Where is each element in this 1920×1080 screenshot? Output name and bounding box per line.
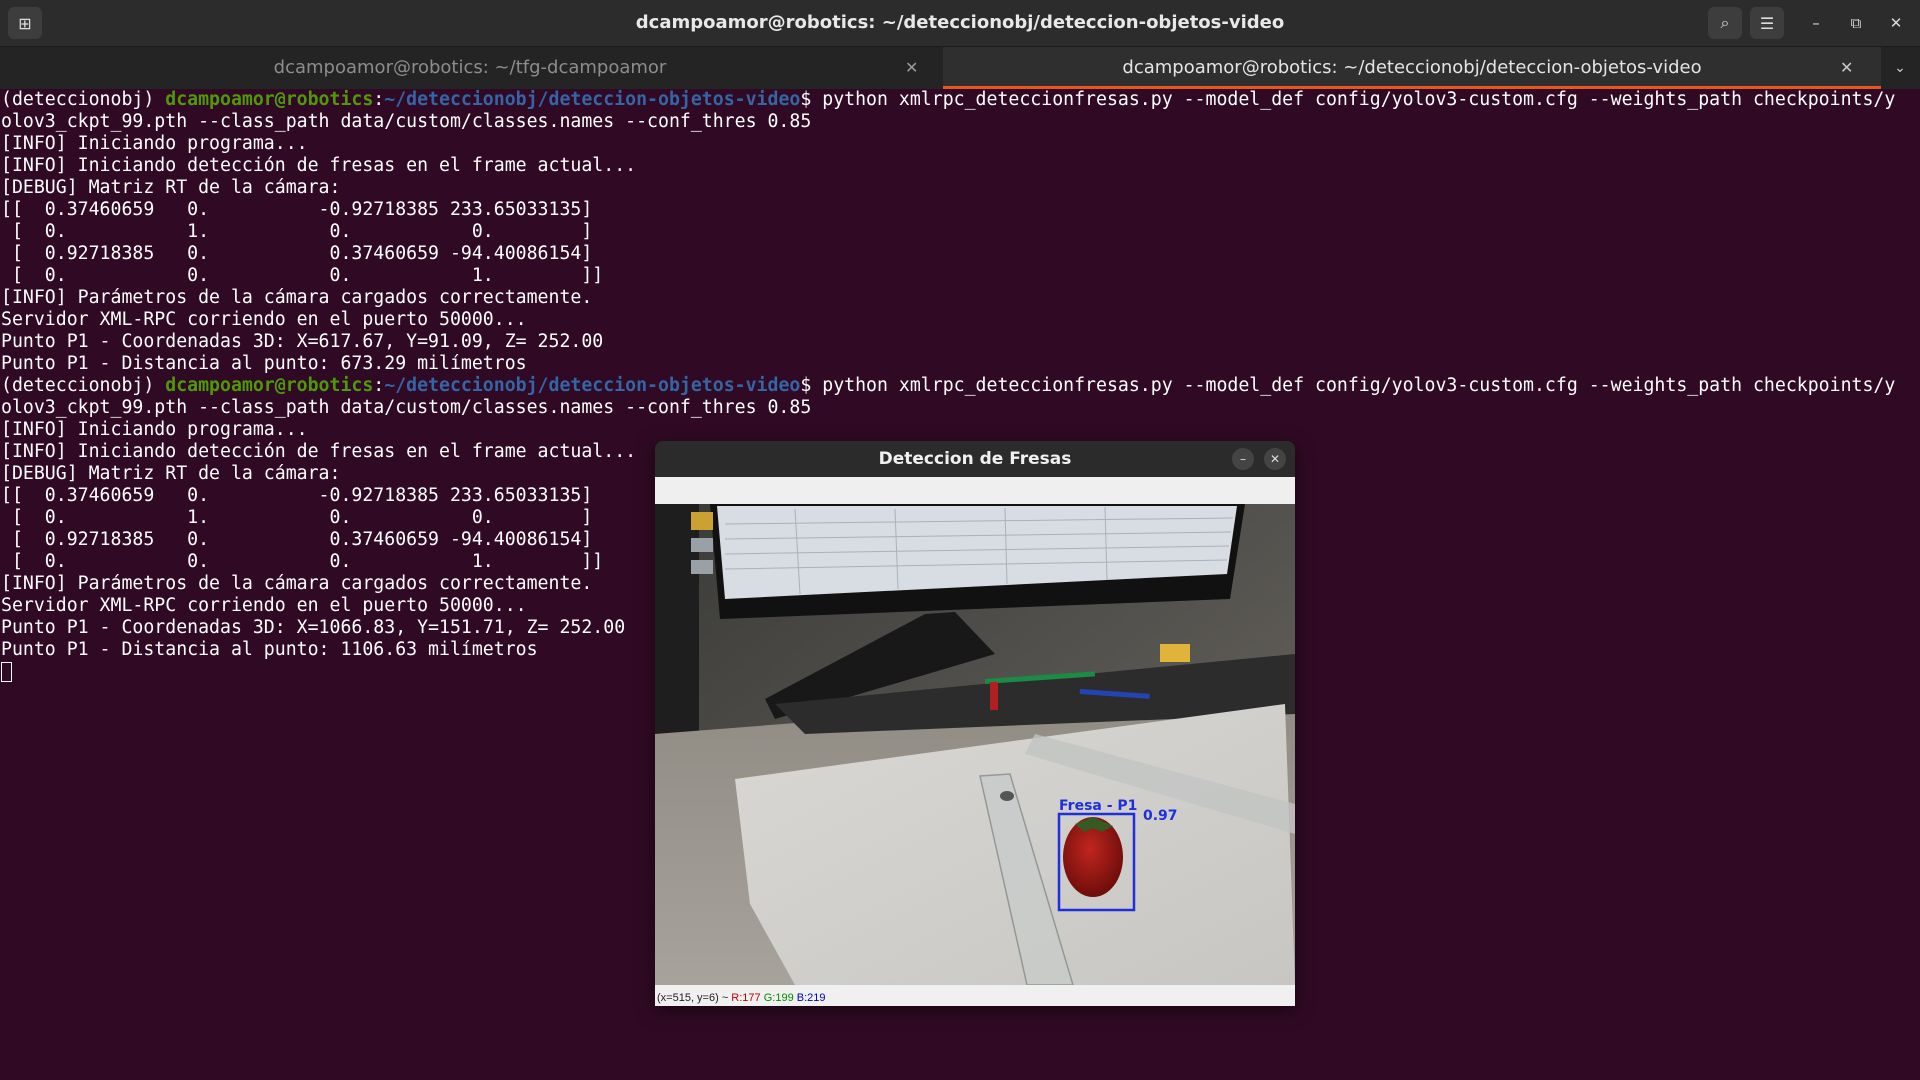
- matrix-row: [[ 0.37460659 0. -0.92718385 233.6503313…: [1, 485, 593, 506]
- terminal-cursor: [1, 662, 12, 682]
- close-icon: ✕: [1269, 452, 1281, 466]
- hamburger-menu-icon: ☰: [1759, 13, 1775, 33]
- output-line: [INFO] Parámetros de la cámara cargados …: [1, 287, 593, 308]
- output-line: [INFO] Iniciando detección de fresas en …: [1, 441, 637, 462]
- minimize-button[interactable]: –: [1801, 8, 1831, 38]
- camera-frame-image: Fresa - P1 0.97: [655, 504, 1295, 985]
- close-icon: ✕: [905, 58, 919, 77]
- tab-bar: dcampoamor@robotics: ~/tfg-dcampoamor ✕ …: [0, 47, 1920, 89]
- prompt-line: (deteccionobj) dcampoamor@robotics:~/det…: [1, 89, 1895, 111]
- matrix-row: [ 0.92718385 0. 0.37460659 -94.40086154]: [1, 529, 593, 550]
- ruler-hole: [1000, 791, 1014, 801]
- dock-icon: [691, 560, 713, 574]
- prompt-symbol: $: [800, 89, 823, 110]
- tab-deteccion-objetos-video[interactable]: dcampoamor@robotics: ~/deteccionobj/dete…: [943, 47, 1881, 89]
- output-line: [INFO] Iniciando programa...: [1, 133, 308, 154]
- pixel-green-value: G:199: [763, 992, 794, 1004]
- command-text: python xmlrpc_deteccionfresas.py --model…: [822, 375, 1896, 396]
- prompt-env: (deteccionobj): [1, 89, 166, 110]
- matrix-row: [ 0.92718385 0. 0.37460659 -94.40086154]: [1, 243, 593, 264]
- chevron-down-icon: ⌄: [1894, 60, 1906, 76]
- prompt-env: (deteccionobj): [1, 375, 166, 396]
- pixel-red-value: R:177: [731, 992, 761, 1004]
- prompt-line: (deteccionobj) dcampoamor@robotics:~/det…: [1, 375, 1895, 397]
- tab-close-button[interactable]: ✕: [905, 47, 918, 89]
- close-icon: ✕: [1840, 58, 1854, 77]
- tab-close-button[interactable]: ✕: [1840, 47, 1853, 89]
- detection-label: Fresa - P1: [1059, 798, 1137, 814]
- pixel-blue-value: B:219: [796, 992, 826, 1004]
- close-window-button[interactable]: ✕: [1881, 8, 1911, 38]
- camera-frame[interactable]: Fresa - P1 0.97: [655, 504, 1295, 985]
- dock-icon: [691, 512, 713, 530]
- maximize-icon: ⧉: [1850, 14, 1862, 32]
- detection-window[interactable]: Deteccion de Fresas – ✕ Fresa - P1 0.97 …: [655, 441, 1295, 1006]
- terminal-titlebar: ⊞ dcampoamor@robotics: ~/deteccionobj/de…: [0, 0, 1920, 47]
- menu-button[interactable]: ☰: [1750, 7, 1784, 39]
- matrix-row: [ 0. 1. 0. 0. ]: [1, 507, 593, 528]
- output-line: [INFO] Parámetros de la cámara cargados …: [1, 573, 593, 594]
- strawberry: [1063, 817, 1123, 897]
- output-line: [DEBUG] Matriz RT de la cámara:: [1, 463, 341, 484]
- pixel-status-bar: (x=515, y=6) ~ R:177 G:199 B:219: [655, 985, 1295, 1006]
- output-line: [INFO] Iniciando detección de fresas en …: [1, 155, 637, 176]
- matrix-row: [ 0. 0. 0. 1. ]]: [1, 551, 604, 572]
- prompt-user: dcampoamor@robotics: [165, 89, 374, 110]
- close-icon: ✕: [1889, 14, 1903, 32]
- output-line: Punto P1 - Coordenadas 3D: X=617.67, Y=9…: [1, 331, 604, 352]
- detection-toolbar: [655, 477, 1295, 504]
- detection-minimize-button[interactable]: –: [1232, 448, 1254, 470]
- prompt-path: ~/deteccionobj/deteccion-objetos-video: [384, 89, 801, 110]
- prompt-colon: :: [373, 375, 385, 396]
- dock-icon: [691, 538, 713, 552]
- output-line: [INFO] Iniciando programa...: [1, 419, 308, 440]
- minimize-icon: –: [1812, 14, 1820, 32]
- command-continuation: olov3_ckpt_99.pth --class_path data/cust…: [1, 111, 812, 132]
- maximize-button[interactable]: ⧉: [1841, 8, 1871, 38]
- window-title: dcampoamor@robotics: ~/deteccionobj/dete…: [635, 12, 1285, 33]
- output-line: Punto P1 - Distancia al punto: 1106.63 m…: [1, 639, 538, 660]
- prompt-symbol: $: [800, 375, 823, 396]
- tab-label: dcampoamor@robotics: ~/tfg-dcampoamor: [273, 57, 667, 78]
- output-line: [DEBUG] Matriz RT de la cámara:: [1, 177, 341, 198]
- output-line: Servidor XML-RPC corriendo en el puerto …: [1, 309, 527, 330]
- detection-window-title: Deteccion de Fresas: [655, 441, 1295, 477]
- search-button[interactable]: ⌕: [1708, 7, 1742, 39]
- output-line: Punto P1 - Coordenadas 3D: X=1066.83, Y=…: [1, 617, 626, 638]
- tool-object: [1160, 644, 1190, 662]
- matrix-row: [ 0. 1. 0. 0. ]: [1, 221, 593, 242]
- search-icon: ⌕: [1720, 13, 1730, 32]
- prompt-colon: :: [373, 89, 385, 110]
- matrix-row: [ 0. 0. 0. 1. ]]: [1, 265, 604, 286]
- pixel-coordinates: (x=515, y=6) ~: [657, 992, 732, 1004]
- tab-label: dcampoamor@robotics: ~/deteccionobj/dete…: [1122, 57, 1702, 78]
- detection-close-button[interactable]: ✕: [1264, 448, 1286, 470]
- command-text: python xmlrpc_deteccionfresas.py --model…: [822, 89, 1896, 110]
- minimize-icon: –: [1240, 452, 1246, 466]
- tab-tfg-dcampoamor[interactable]: dcampoamor@robotics: ~/tfg-dcampoamor: [0, 47, 940, 89]
- prompt-path: ~/deteccionobj/deteccion-objetos-video: [384, 375, 801, 396]
- prompt-user: dcampoamor@robotics: [165, 375, 374, 396]
- output-line: Servidor XML-RPC corriendo en el puerto …: [1, 595, 527, 616]
- matrix-row: [[ 0.37460659 0. -0.92718385 233.6503313…: [1, 199, 593, 220]
- output-line: Punto P1 - Distancia al punto: 673.29 mi…: [1, 353, 527, 374]
- tab-list-dropdown[interactable]: ⌄: [1885, 47, 1915, 89]
- detection-confidence: 0.97: [1143, 808, 1178, 824]
- command-continuation: olov3_ckpt_99.pth --class_path data/cust…: [1, 397, 812, 418]
- marker: [990, 682, 998, 710]
